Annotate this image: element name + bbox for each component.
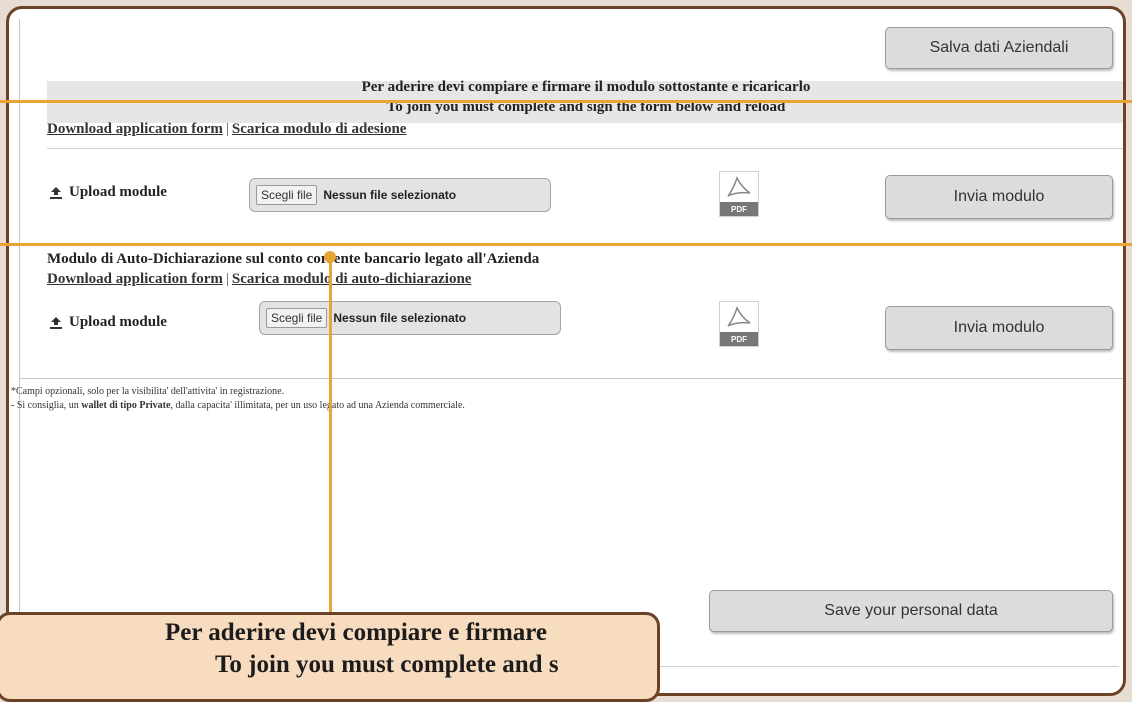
highlight-line-middle — [0, 243, 1132, 246]
pdf-icon[interactable]: PDF — [719, 171, 759, 217]
download-form-link[interactable]: Download application form — [47, 271, 223, 287]
download-links-2: Download application form | Scarica modulo… — [47, 271, 471, 288]
send-module-button-1[interactable]: Invia modulo — [885, 175, 1113, 219]
connector-dot — [324, 251, 336, 263]
choose-file-button[interactable]: Scegli file — [266, 308, 328, 328]
file-input-2[interactable]: Scegli file Nessun file selezionato — [259, 301, 561, 335]
auto-declaration-title: Modulo di Auto-Dichiarazione sul conto c… — [47, 251, 540, 267]
download-links-1: Download application form | Scarica modulo… — [47, 121, 406, 138]
upload-label-text: Upload module — [69, 184, 167, 200]
bottom-divider — [659, 666, 1119, 667]
link-separator: | — [225, 121, 229, 137]
callout-line-it: Per aderire devi compiare e firmare — [165, 619, 548, 646]
wallet-note-pre: - Si consiglia, un — [11, 400, 82, 411]
wallet-note: - Si consiglia, un wallet di tipo Privat… — [11, 400, 465, 411]
upload-module-label-1: Upload module — [49, 184, 167, 201]
highlight-line-top — [0, 100, 1132, 103]
divider — [47, 148, 1123, 149]
pdf-label: PDF — [720, 202, 758, 216]
upload-label-text: Upload module — [69, 314, 167, 330]
pdf-label: PDF — [720, 332, 758, 346]
choose-file-button[interactable]: Scegli file — [256, 185, 318, 205]
upload-module-label-2: Upload module — [49, 314, 167, 331]
zoom-callout: Per aderire devi compiare e firmare To j… — [0, 612, 660, 702]
file-status: Nessun file selezionato — [323, 188, 457, 202]
file-input-1[interactable]: Scegli file Nessun file selezionato — [249, 178, 551, 212]
send-module-button-2[interactable]: Invia modulo — [885, 306, 1113, 350]
scarica-modulo-link[interactable]: Scarica modulo di adesione — [232, 121, 407, 137]
save-company-data-button[interactable]: Salva dati Aziendali — [885, 27, 1113, 69]
wallet-note-post: , dalla capacita' illimitata, per un uso… — [170, 400, 465, 411]
pdf-icon[interactable]: PDF — [719, 301, 759, 347]
wallet-note-bold: wallet di tipo Private — [81, 400, 171, 411]
optional-fields-note: *Campi opzionali, solo per la visibilita… — [11, 386, 285, 397]
save-personal-data-button[interactable]: Save your personal data — [709, 590, 1113, 632]
link-separator: | — [225, 271, 229, 287]
header-line-it: Per aderire devi compiare e firmare il m… — [361, 79, 811, 95]
scarica-autodichiarazione-link[interactable]: Scarica modulo di auto-dichiarazione — [232, 271, 472, 287]
callout-line-en: To join you must complete and s — [215, 651, 559, 678]
main-panel: Salva dati Aziendali Per aderire devi co… — [6, 6, 1126, 696]
upload-icon — [50, 186, 62, 199]
connector-line — [329, 256, 332, 618]
upload-icon — [50, 316, 62, 329]
file-status: Nessun file selezionato — [333, 311, 467, 325]
download-form-link[interactable]: Download application form — [47, 121, 223, 137]
